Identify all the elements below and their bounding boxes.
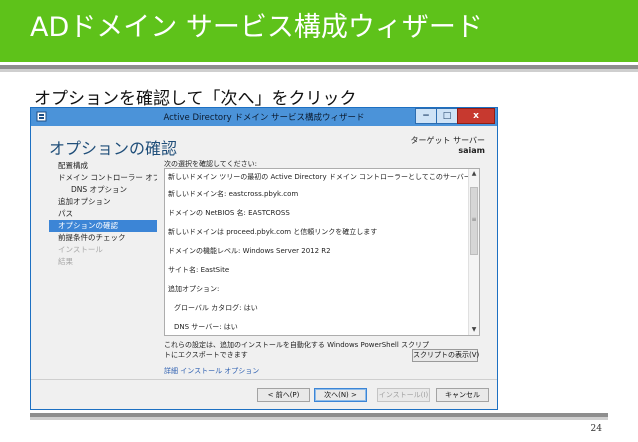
scroll-down-arrow-icon[interactable]: ▼ [469,325,479,335]
minimize-icon: − [422,111,430,121]
page-heading: オプションの確認 [49,139,178,158]
wizard-window: Active Directory ドメイン サービス構成ウィザード − □ x … [30,107,498,410]
review-scrollbar[interactable]: ▲ ≡ ▼ [468,169,479,335]
slide-header: ADドメイン サービス構成ウィザード [0,0,638,62]
review-line: 追加オプション: [168,285,220,293]
header-divider-light [0,69,638,72]
minimize-button[interactable]: − [415,108,437,124]
maximize-icon: □ [442,111,452,121]
nav-item-paths[interactable]: パス [49,208,157,220]
review-line: 新しいドメインは proceed.pbyk.com と信頼リンクを確立します [168,228,378,236]
close-button[interactable]: x [457,108,495,124]
nav-item-prerequisites[interactable]: 前提条件のチェック [49,232,157,244]
prev-button[interactable]: < 前へ(P) [257,388,310,402]
nav-item-dc-options[interactable]: ドメイン コントローラー オプ… [49,172,157,184]
nav-item-results: 結果 [58,257,73,266]
review-line: DNS サーバー: はい [174,323,238,331]
footer-divider [31,379,497,380]
review-line: 新しいドメイン ツリーの最初の Active Directory ドメイン コン… [168,173,479,181]
nav-item-installation: インストール [58,245,103,254]
wizard-nav: 配置構成 ドメイン コントローラー オプ… DNS オプション 追加オプション … [49,160,157,268]
target-server-value: saiam [458,146,485,155]
scroll-up-arrow-icon[interactable]: ▲ [469,169,479,179]
review-line: ドメインの NetBIOS 名: EASTCROSS [168,209,290,217]
window-titlebar[interactable]: Active Directory ドメイン サービス構成ウィザード − □ x [31,108,497,126]
review-line: グローバル カタログ: はい [174,304,258,312]
grip-icon: ≡ [471,216,477,223]
review-line: ドメインの機能レベル: Windows Server 2012 R2 [168,247,331,255]
export-description: これらの設定は、追加のインストールを自動化する Windows PowerShe… [164,341,430,359]
close-icon: x [473,111,479,121]
nav-item-deployment-config[interactable]: 配置構成 [49,160,157,172]
more-install-options-link[interactable]: 詳細 インストール オプション [164,366,259,376]
maximize-button[interactable]: □ [436,108,458,124]
slide-instruction: オプションを確認して「次へ」をクリック [34,89,357,109]
review-box[interactable]: 新しいドメイン ツリーの最初の Active Directory ドメイン コン… [164,168,480,336]
install-button: インストール(I) [377,388,430,402]
nav-item-additional-options[interactable]: 追加オプション [49,196,157,208]
view-script-button[interactable]: スクリプトの表示(V) [412,349,479,362]
cancel-button[interactable]: キャンセル [436,388,489,402]
review-line: 新しいドメイン名: eastcross.pbyk.com [168,190,299,198]
review-line: サイト名: EastSite [168,266,230,274]
scroll-thumb[interactable]: ≡ [470,187,478,255]
slide-title: ADドメイン サービス構成ウィザード [30,12,483,43]
target-server-label: ターゲット サーバー [410,136,485,145]
nav-item-review-options[interactable]: オプションの確認 [49,220,157,232]
nav-item-dns-options[interactable]: DNS オプション [49,184,157,196]
page-number: 24 [590,424,602,434]
slide-footer-bar-light [30,417,608,420]
next-button[interactable]: 次へ(N) > [314,388,367,402]
